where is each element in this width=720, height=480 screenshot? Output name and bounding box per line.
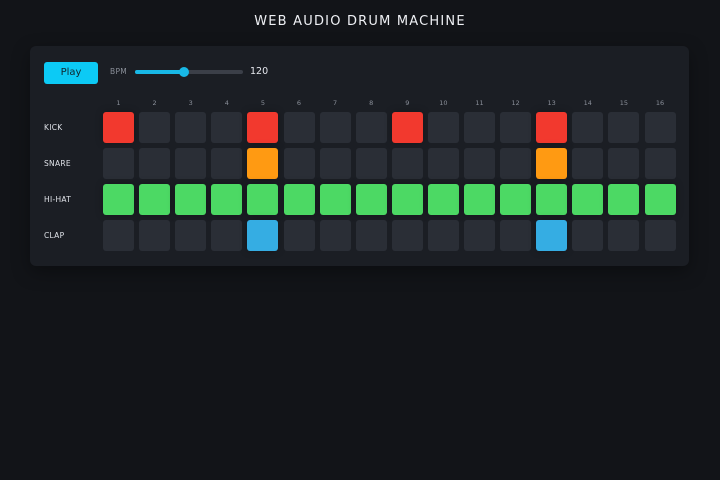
step-pad-clap-15[interactable]	[608, 220, 640, 251]
track-label-clap: CLAP	[44, 231, 65, 240]
track-label-kick: KICK	[44, 123, 63, 132]
step-pad-clap-8[interactable]	[355, 220, 387, 251]
step-number: 10	[439, 99, 448, 107]
step-pad-kick-8[interactable]	[355, 112, 387, 143]
step-pad-kick-11[interactable]	[464, 112, 495, 143]
step-pad-kick-16[interactable]	[644, 112, 676, 143]
bpm-value: 120	[250, 66, 269, 77]
step-pad-snare-2[interactable]	[139, 148, 171, 179]
step-number: 12	[511, 99, 520, 107]
bpm-label: BPM	[110, 67, 128, 76]
step-number: 16	[655, 99, 665, 107]
step-number: 1	[116, 99, 121, 107]
step-number: 14	[583, 99, 592, 107]
step-pad-clap-10[interactable]	[427, 220, 459, 251]
sequencer-panel: Play BPM 120 1 2 3 4 5 6 7 8 9 10 11 12 13 14 15 16 KICK…	[30, 46, 689, 266]
step-pad-snare-14[interactable]	[572, 148, 604, 179]
step-number: 9	[405, 99, 410, 107]
step-pad-hi-hat-10[interactable]	[427, 184, 459, 215]
step-number: 8	[369, 99, 374, 107]
step-pad-snare-7[interactable]	[319, 148, 351, 179]
step-pad-snare-16[interactable]	[644, 148, 676, 179]
step-pad-clap-1[interactable]	[103, 220, 134, 251]
step-pad-snare-12[interactable]	[500, 148, 532, 179]
step-pad-snare-3[interactable]	[175, 148, 207, 179]
step-number: 6	[296, 99, 302, 107]
step-pad-kick-5[interactable]	[247, 112, 279, 143]
step-number: 7	[333, 99, 338, 107]
step-number: 11	[475, 99, 484, 107]
step-pad-snare-1[interactable]	[103, 148, 134, 179]
step-pad-snare-4[interactable]	[211, 148, 243, 179]
step-number: 4	[224, 99, 229, 107]
step-pad-kick-12[interactable]	[500, 112, 532, 143]
step-pad-hi-hat-4[interactable]	[211, 184, 243, 215]
step-pad-hi-hat-5[interactable]	[247, 184, 279, 215]
step-number: 2	[152, 99, 157, 107]
step-pad-clap-9[interactable]	[391, 220, 423, 251]
step-pad-clap-16[interactable]	[644, 220, 676, 251]
play-button[interactable]: Play	[44, 62, 98, 84]
step-pad-snare-8[interactable]	[355, 148, 387, 179]
step-pad-kick-10[interactable]	[427, 112, 459, 143]
step-pad-kick-2[interactable]	[139, 112, 171, 143]
step-pad-kick-15[interactable]	[608, 112, 640, 143]
step-pad-hi-hat-2[interactable]	[139, 184, 171, 215]
step-pad-hi-hat-12[interactable]	[500, 184, 532, 215]
step-pad-hi-hat-16[interactable]	[644, 184, 676, 215]
step-pad-clap-14[interactable]	[572, 220, 604, 251]
page-title: WEB AUDIO DRUM MACHINE	[254, 14, 466, 29]
step-pad-snare-6[interactable]	[283, 148, 315, 179]
step-pad-hi-hat-3[interactable]	[175, 184, 207, 215]
step-pad-kick-3[interactable]	[175, 112, 207, 143]
step-pad-snare-5[interactable]	[247, 148, 279, 179]
step-pad-kick-14[interactable]	[572, 112, 604, 143]
step-pad-clap-5[interactable]	[247, 220, 279, 251]
step-pad-snare-9[interactable]	[391, 148, 423, 179]
step-pad-clap-3[interactable]	[175, 220, 207, 251]
step-pad-hi-hat-6[interactable]	[283, 184, 315, 215]
step-pad-snare-15[interactable]	[608, 148, 640, 179]
step-pad-hi-hat-11[interactable]	[464, 184, 495, 215]
step-pad-clap-2[interactable]	[139, 220, 171, 251]
step-pad-kick-6[interactable]	[283, 112, 315, 143]
step-number: 13	[547, 99, 556, 107]
step-pad-clap-7[interactable]	[319, 220, 351, 251]
step-pad-clap-12[interactable]	[500, 220, 532, 251]
track-label-snare: SNARE	[44, 159, 71, 168]
step-pad-kick-13[interactable]	[536, 112, 568, 143]
step-pad-kick-7[interactable]	[319, 112, 351, 143]
step-number: 3	[188, 99, 193, 107]
bpm-slider-thumb[interactable]	[178, 67, 189, 77]
step-pad-snare-13[interactable]	[536, 148, 568, 179]
step-pad-snare-10[interactable]	[427, 148, 459, 179]
step-pad-clap-6[interactable]	[283, 220, 315, 251]
step-pad-hi-hat-14[interactable]	[572, 184, 604, 215]
step-pad-hi-hat-1[interactable]	[103, 184, 134, 215]
bpm-slider-fill	[135, 70, 184, 74]
step-pad-kick-1[interactable]	[103, 112, 134, 143]
step-pad-hi-hat-7[interactable]	[319, 184, 351, 215]
step-number: 15	[619, 99, 629, 107]
step-pad-clap-11[interactable]	[464, 220, 495, 251]
step-pad-kick-9[interactable]	[391, 112, 423, 143]
step-number: 5	[260, 99, 265, 107]
step-pad-hi-hat-13[interactable]	[536, 184, 568, 215]
step-pad-hi-hat-8[interactable]	[355, 184, 387, 215]
step-pad-kick-4[interactable]	[211, 112, 243, 143]
step-pad-clap-13[interactable]	[536, 220, 568, 251]
step-pad-hi-hat-9[interactable]	[391, 184, 423, 215]
track-label-hi-hat: HI-HAT	[44, 195, 72, 204]
bpm-slider[interactable]	[135, 67, 243, 77]
step-pad-clap-4[interactable]	[211, 220, 243, 251]
step-pad-hi-hat-15[interactable]	[608, 184, 640, 215]
step-pad-snare-11[interactable]	[464, 148, 495, 179]
